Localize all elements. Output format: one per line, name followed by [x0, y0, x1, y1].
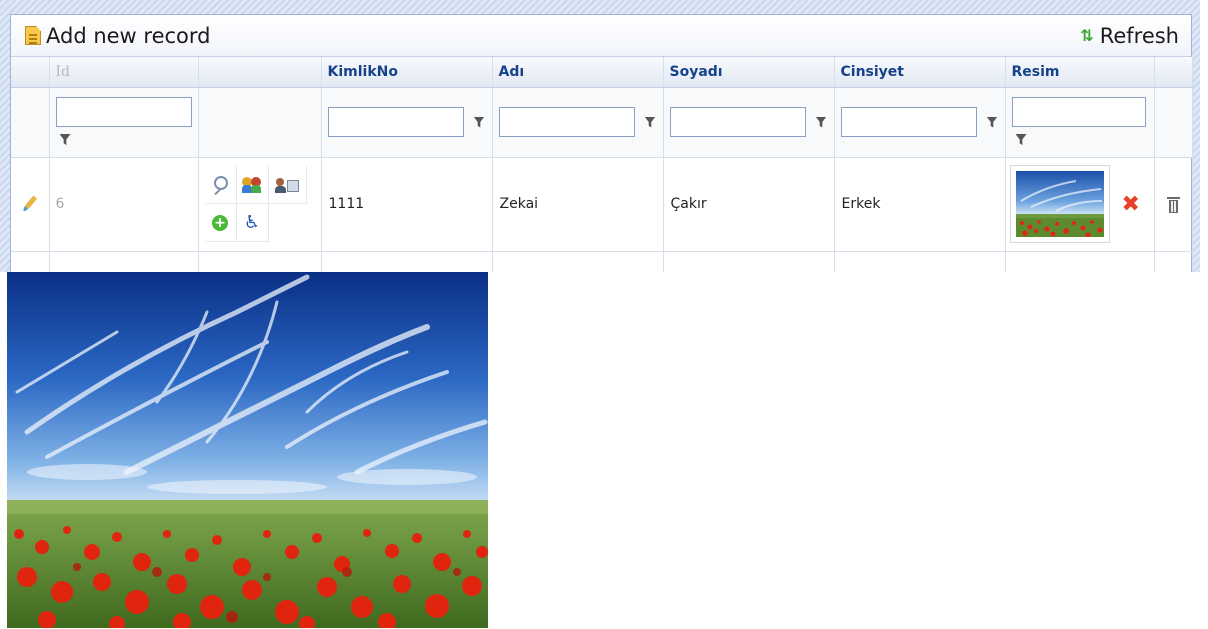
filter-cell-soyadi — [663, 87, 835, 158]
wheelchair-icon: ♿ — [243, 212, 261, 233]
users-button[interactable] — [236, 166, 269, 204]
funnel-icon[interactable] — [59, 134, 71, 145]
view-button[interactable] — [204, 166, 237, 204]
filter-cell-cinsiyet — [834, 87, 1006, 158]
header-resim[interactable]: Resim — [1005, 57, 1155, 88]
pencil-icon[interactable] — [22, 195, 38, 213]
filter-input-adi[interactable] — [498, 107, 635, 137]
refresh-button[interactable]: ⇅ Refresh — [1080, 24, 1179, 48]
header-adi[interactable]: Adı — [492, 57, 664, 88]
records-grid: Add new record ⇅ Refresh Id KimlikNo Adı… — [10, 14, 1193, 272]
edit-cell[interactable] — [11, 157, 50, 252]
delete-image-x-icon[interactable]: ✖ — [1122, 192, 1140, 217]
user-card-button[interactable] — [268, 166, 307, 204]
table-row: 6 + ♿ 1111 Zekai Çakır Erkek ✖ — [11, 157, 1193, 252]
refresh-icon: ⇅ — [1080, 26, 1094, 45]
header-cinsiyet[interactable]: Cinsiyet — [834, 57, 1006, 88]
filter-cell-adi — [492, 87, 664, 158]
funnel-icon[interactable] — [473, 116, 485, 128]
header-kimlikno[interactable]: KimlikNo — [321, 57, 493, 88]
poppy-field-thumbnail — [1015, 171, 1104, 237]
header-edit — [11, 57, 50, 88]
user-card-icon — [275, 177, 299, 193]
grid-background: Add new record ⇅ Refresh Id KimlikNo Adı… — [0, 0, 1200, 272]
funnel-icon[interactable] — [1015, 134, 1027, 145]
funnel-icon[interactable] — [644, 116, 656, 128]
document-icon — [25, 26, 41, 45]
add-record-button[interactable]: Add new record — [25, 24, 211, 48]
header-id[interactable]: Id — [49, 57, 199, 88]
image-thumbnail[interactable] — [1009, 165, 1110, 243]
add-record-label: Add new record — [46, 23, 211, 48]
filter-cell-id — [49, 87, 199, 158]
records-table: Id KimlikNo Adı Soyadı Cinsiyet Resim 6 … — [11, 57, 1193, 272]
table-row — [11, 251, 1193, 272]
cell-id: 6 — [49, 157, 199, 252]
action-cell: + ♿ — [198, 157, 322, 252]
filter-row — [11, 87, 1193, 158]
filter-input-resim[interactable] — [1011, 97, 1146, 127]
funnel-icon[interactable] — [986, 116, 998, 128]
filter-input-cinsiyet[interactable] — [840, 107, 977, 137]
cell-resim: ✖ — [1005, 157, 1155, 252]
header-actions — [198, 57, 322, 88]
add-icon: + — [212, 214, 228, 231]
header-delete — [1154, 57, 1193, 88]
refresh-label: Refresh — [1099, 23, 1179, 48]
delete-cell[interactable] — [1154, 157, 1193, 252]
accessibility-button[interactable]: ♿ — [236, 204, 269, 242]
header-row: Id KimlikNo Adı Soyadı Cinsiyet Resim — [11, 57, 1193, 88]
filter-cell-resim — [1005, 87, 1155, 158]
trash-icon[interactable] — [1166, 196, 1180, 213]
cell-soyadi: Çakır — [663, 157, 835, 252]
add-button[interactable]: + — [204, 204, 237, 242]
users-icon — [241, 176, 263, 194]
magnify-icon — [212, 175, 228, 194]
filter-input-soyadi[interactable] — [669, 107, 806, 137]
command-bar: Add new record ⇅ Refresh — [11, 15, 1191, 57]
filter-cell-kimlikno — [321, 87, 493, 158]
filter-input-kimlikno[interactable] — [327, 107, 464, 137]
funnel-icon[interactable] — [815, 116, 827, 128]
poppy-field-photo — [7, 272, 488, 628]
cell-cinsiyet: Erkek — [834, 157, 1006, 252]
header-soyadi[interactable]: Soyadı — [663, 57, 835, 88]
cell-adi: Zekai — [492, 157, 664, 252]
cell-kimlikno: 1111 — [321, 157, 493, 252]
filter-input-id[interactable] — [55, 97, 192, 127]
